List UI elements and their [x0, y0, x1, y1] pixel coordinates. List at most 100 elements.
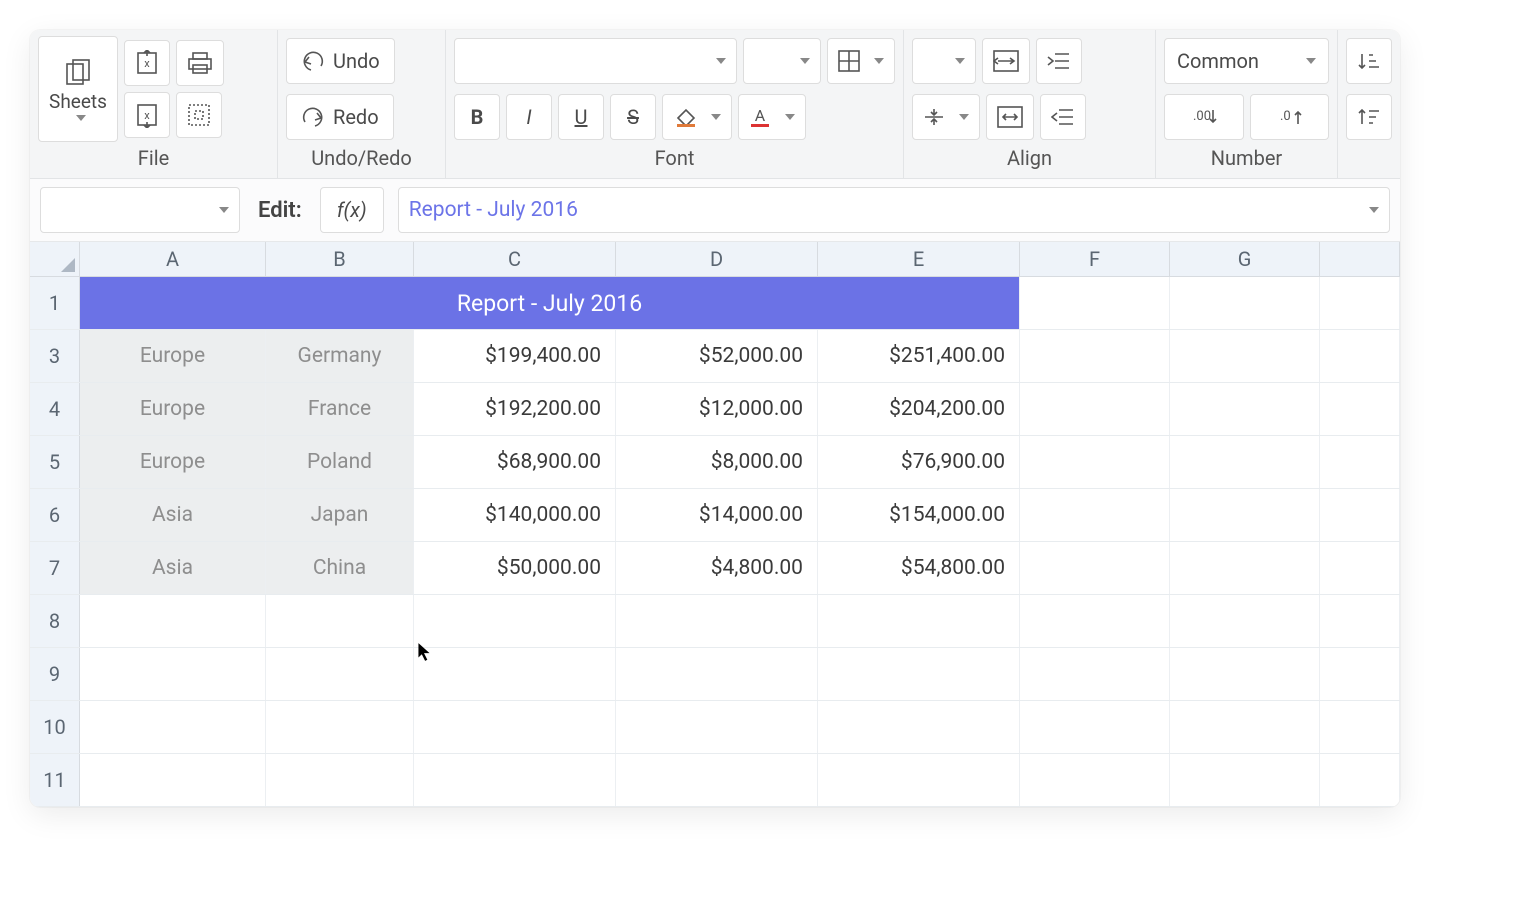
- cell[interactable]: [266, 648, 414, 700]
- cell[interactable]: [1170, 648, 1320, 700]
- col-header-F[interactable]: F: [1020, 242, 1170, 276]
- cell[interactable]: [1020, 489, 1170, 541]
- cell[interactable]: [1170, 701, 1320, 753]
- cell-value[interactable]: $199,400.00: [414, 330, 616, 382]
- cell[interactable]: [1170, 542, 1320, 594]
- cell[interactable]: [1320, 330, 1400, 382]
- cell[interactable]: [1020, 277, 1170, 329]
- print-button[interactable]: [176, 40, 224, 86]
- wrap-text-button[interactable]: [982, 38, 1030, 84]
- cell[interactable]: [266, 701, 414, 753]
- cell-value[interactable]: $140,000.00: [414, 489, 616, 541]
- cell[interactable]: [1170, 436, 1320, 488]
- underline-button[interactable]: U: [558, 94, 604, 140]
- cell[interactable]: [1320, 436, 1400, 488]
- select-all-corner[interactable]: [30, 242, 80, 276]
- horizontal-align-select[interactable]: [912, 38, 976, 84]
- cell[interactable]: [616, 648, 818, 700]
- cell[interactable]: [414, 648, 616, 700]
- col-header-B[interactable]: B: [266, 242, 414, 276]
- row-header[interactable]: 3: [30, 330, 80, 382]
- cell[interactable]: [414, 701, 616, 753]
- cell-value[interactable]: $54,800.00: [818, 542, 1020, 594]
- col-header-E[interactable]: E: [818, 242, 1020, 276]
- cell[interactable]: [616, 754, 818, 806]
- col-header-D[interactable]: D: [616, 242, 818, 276]
- cell[interactable]: [1320, 542, 1400, 594]
- cell[interactable]: [818, 754, 1020, 806]
- strike-button[interactable]: S: [610, 94, 656, 140]
- cell[interactable]: [1020, 595, 1170, 647]
- increase-indent-button[interactable]: [1036, 38, 1082, 84]
- cell-region[interactable]: Asia: [80, 489, 266, 541]
- cell-country[interactable]: Germany: [266, 330, 414, 382]
- formula-input[interactable]: Report - July 2016: [398, 187, 1390, 233]
- row-header[interactable]: 6: [30, 489, 80, 541]
- sheets-button[interactable]: Sheets: [38, 36, 118, 142]
- cell[interactable]: [818, 648, 1020, 700]
- cell[interactable]: [616, 701, 818, 753]
- decrease-decimal-button[interactable]: .0: [1250, 94, 1330, 140]
- cell[interactable]: [414, 754, 616, 806]
- cell-value[interactable]: $76,900.00: [818, 436, 1020, 488]
- cell[interactable]: [80, 595, 266, 647]
- cell-value[interactable]: $251,400.00: [818, 330, 1020, 382]
- bold-button[interactable]: B: [454, 94, 500, 140]
- col-header-G[interactable]: G: [1170, 242, 1320, 276]
- borders-button[interactable]: [827, 38, 895, 84]
- cell-region[interactable]: Europe: [80, 436, 266, 488]
- cell[interactable]: [1020, 330, 1170, 382]
- fx-button[interactable]: f(x): [320, 187, 384, 233]
- cell[interactable]: [1170, 330, 1320, 382]
- cell[interactable]: [1320, 648, 1400, 700]
- cell-value[interactable]: $4,800.00: [616, 542, 818, 594]
- row-header[interactable]: 5: [30, 436, 80, 488]
- cell-country[interactable]: China: [266, 542, 414, 594]
- cell[interactable]: [1320, 277, 1400, 329]
- cell[interactable]: [818, 595, 1020, 647]
- cell[interactable]: [80, 701, 266, 753]
- cell-region[interactable]: Asia: [80, 542, 266, 594]
- sort-asc-button[interactable]: [1346, 38, 1392, 84]
- col-header-C[interactable]: C: [414, 242, 616, 276]
- cell-region[interactable]: Europe: [80, 383, 266, 435]
- increase-decimal-button[interactable]: .00: [1164, 94, 1244, 140]
- cell[interactable]: [1170, 383, 1320, 435]
- cell-value[interactable]: $204,200.00: [818, 383, 1020, 435]
- cell[interactable]: [1320, 754, 1400, 806]
- cell[interactable]: [1020, 383, 1170, 435]
- cell[interactable]: [1020, 648, 1170, 700]
- cell-value[interactable]: $8,000.00: [616, 436, 818, 488]
- font-size-select[interactable]: [743, 38, 821, 84]
- undo-button[interactable]: Undo: [286, 38, 395, 84]
- fill-color-button[interactable]: [662, 94, 732, 140]
- cell-value[interactable]: $154,000.00: [818, 489, 1020, 541]
- cell[interactable]: [1170, 277, 1320, 329]
- cell[interactable]: [266, 754, 414, 806]
- cell[interactable]: [1020, 436, 1170, 488]
- decrease-indent-button[interactable]: [1040, 94, 1086, 140]
- vertical-align-button[interactable]: [912, 94, 980, 140]
- row-header[interactable]: 4: [30, 383, 80, 435]
- export-excel-button[interactable]: x: [124, 92, 170, 138]
- cell-region[interactable]: Europe: [80, 330, 266, 382]
- cell[interactable]: [1170, 595, 1320, 647]
- cell[interactable]: [818, 701, 1020, 753]
- cell-value[interactable]: $52,000.00: [616, 330, 818, 382]
- cell[interactable]: [1020, 701, 1170, 753]
- cell-value[interactable]: $14,000.00: [616, 489, 818, 541]
- name-box[interactable]: [40, 187, 240, 233]
- cell[interactable]: [1320, 489, 1400, 541]
- row-header[interactable]: 7: [30, 542, 80, 594]
- cell[interactable]: [1170, 754, 1320, 806]
- cell-value[interactable]: $68,900.00: [414, 436, 616, 488]
- font-color-button[interactable]: A: [738, 94, 806, 140]
- row-header[interactable]: 10: [30, 701, 80, 753]
- cell[interactable]: [266, 595, 414, 647]
- import-excel-button[interactable]: x: [124, 40, 170, 86]
- redo-button[interactable]: Redo: [286, 94, 394, 140]
- number-format-select[interactable]: Common: [1164, 38, 1329, 84]
- cell[interactable]: [1320, 595, 1400, 647]
- cell[interactable]: [1320, 383, 1400, 435]
- cell-value[interactable]: $12,000.00: [616, 383, 818, 435]
